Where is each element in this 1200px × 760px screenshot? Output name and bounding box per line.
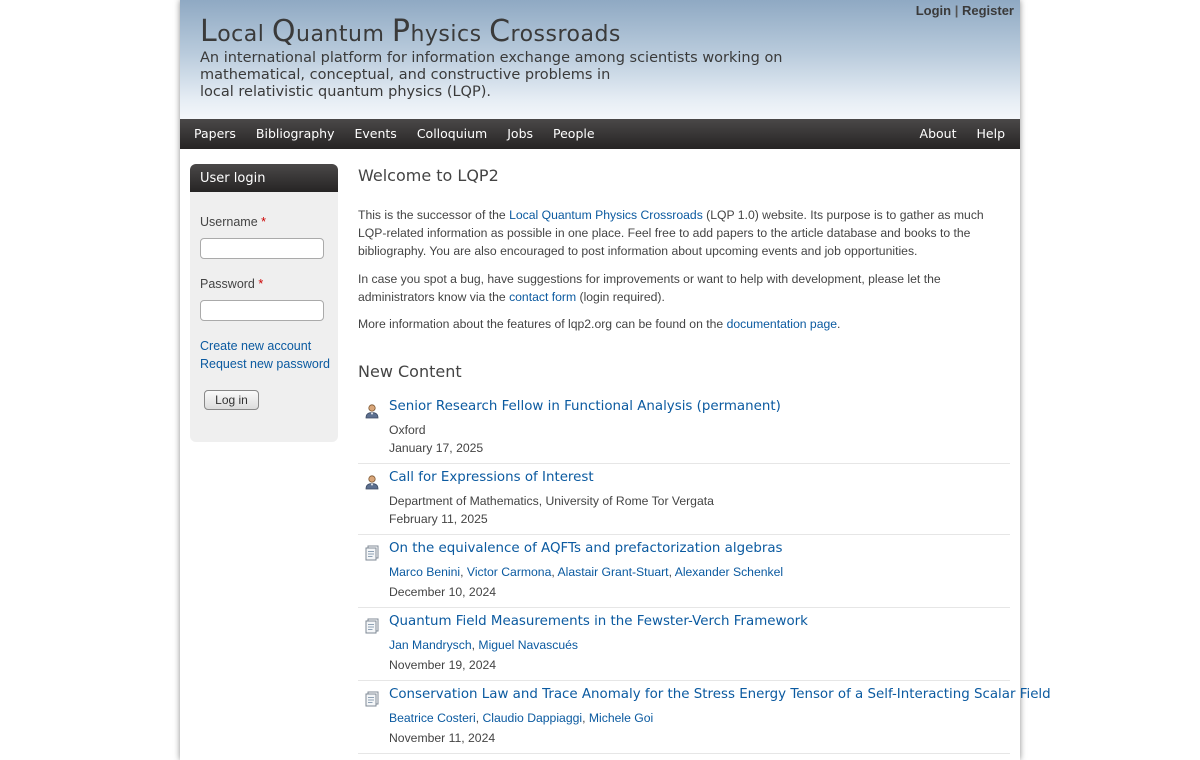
content-item: On the equivalence of AQFTs and prefacto… [358,541,1010,608]
content-item-date: February 11, 2025 [389,512,488,526]
site-title[interactable]: Local Quantum Physics Crossroads [200,14,621,49]
account-links: Login | Register [916,3,1014,18]
author-link[interactable]: Beatrice Costeri [389,711,476,725]
content-item-date: November 19, 2024 [389,658,497,672]
content-item-date: December 10, 2024 [389,585,497,599]
content-item-title[interactable]: Quantum Field Measurements in the Fewste… [389,614,808,629]
title-letter: L [200,14,218,49]
content-item-date: January 17, 2025 [389,441,484,455]
job-location: Oxford [389,423,426,437]
content-item-title[interactable]: Call for Expressions of Interest [389,470,594,485]
title-part: ocal [217,22,272,47]
nav-item-papers[interactable]: Papers [184,119,246,149]
site-slogan: An international platform for informatio… [200,50,800,101]
author-link[interactable]: Alexander Schenkel [675,565,783,579]
title-letter: P [391,14,411,49]
page-container: Local Quantum Physics Crossroads An inte… [180,0,1051,760]
content-item: Conservation Law and Trace Anomaly for t… [358,687,1051,754]
author-list: Beatrice Costeri, Claudio Dappiaggi, Mic… [389,711,654,725]
person-icon [365,475,379,490]
title-part: hysics [410,22,490,47]
lqp-crossroads-link[interactable]: Local Quantum Physics Crossroads [509,208,703,222]
job-location: Department of Mathematics, University of… [389,494,714,508]
nav-left: Papers Bibliography Events Colloquium Jo… [184,119,605,149]
nav-item-about[interactable]: About [910,119,967,149]
username-field[interactable] [200,238,324,259]
person-icon [365,404,379,419]
nav-item-people[interactable]: People [543,119,605,149]
nav-item-jobs[interactable]: Jobs [497,119,543,149]
author-link[interactable]: Marco Benini [389,565,460,579]
nav-item-colloquium[interactable]: Colloquium [407,119,497,149]
user-login-block: User login Username * Password * Create … [190,164,338,442]
content-item: Senior Research Fellow in Functional Ana… [358,399,1010,464]
nav-right: About Help [910,119,1015,149]
docs-text: . [837,317,841,331]
required-mark: * [261,215,267,229]
required-mark: * [258,277,264,291]
intro-text: This is the successor of the [358,208,510,222]
main-navigation: Papers Bibliography Events Colloquium Jo… [180,119,1020,149]
intro-paragraph: This is the successor of the Local Quant… [358,206,1010,260]
password-label-text: Password [200,277,255,291]
slogan-line: local relativistic quantum physics (LQP)… [200,84,491,100]
username-label: Username * [200,215,266,229]
author-list: Jan Mandrysch, Miguel Navascués [389,638,578,652]
document-icon [365,545,379,561]
create-account-link[interactable]: Create new account [200,339,311,353]
username-label-text: Username [200,215,258,229]
content-item-title[interactable]: On the equivalence of AQFTs and prefacto… [389,541,783,556]
account-separator: | [954,3,959,18]
bug-text: (login required). [576,290,665,304]
document-icon [365,691,379,707]
new-content-heading: New Content [358,362,462,381]
documentation-link[interactable]: documentation page [727,317,837,331]
author-link[interactable]: Jan Mandrysch [389,638,472,652]
author-list: Marco Benini, Victor Carmona, Alastair G… [389,565,784,579]
title-letter: Q [271,14,296,49]
title-part: rossroads [510,22,621,47]
site-header: Local Quantum Physics Crossroads An inte… [180,0,1020,119]
content-item: Call for Expressions of Interest Departm… [358,470,1010,535]
content-item-date: November 11, 2024 [389,731,496,745]
request-password-link[interactable]: Request new password [200,357,330,371]
title-letter: C [489,14,511,49]
bug-paragraph: In case you spot a bug, have suggestions… [358,270,1010,306]
nav-item-bibliography[interactable]: Bibliography [246,119,345,149]
nav-item-help[interactable]: Help [967,119,1016,149]
slogan-line: An international platform for informatio… [200,50,783,66]
author-link[interactable]: Claudio Dappiaggi [482,711,582,725]
document-icon [365,618,379,634]
password-field[interactable] [200,300,324,321]
title-part: uantum [296,22,392,47]
nav-item-events[interactable]: Events [345,119,407,149]
docs-paragraph: More information about the features of l… [358,315,1010,333]
login-link[interactable]: Login [916,3,951,18]
login-button[interactable]: Log in [204,390,259,410]
slogan-line: mathematical, conceptual, and constructi… [200,67,611,83]
author-link[interactable]: Miguel Navascués [478,638,578,652]
user-login-title: User login [190,164,338,192]
contact-form-link[interactable]: contact form [509,290,576,304]
content-item-title[interactable]: Senior Research Fellow in Functional Ana… [389,399,781,414]
author-link[interactable]: Victor Carmona [467,565,551,579]
docs-text: More information about the features of l… [358,317,727,331]
content-item: Quantum Field Measurements in the Fewste… [358,614,1010,681]
register-link[interactable]: Register [962,3,1014,18]
content-item-title[interactable]: Conservation Law and Trace Anomaly for t… [389,687,1051,702]
author-link[interactable]: Michele Goi [589,711,653,725]
welcome-heading: Welcome to LQP2 [358,166,499,185]
author-link[interactable]: Alastair Grant-Stuart [557,565,668,579]
password-label: Password * [200,277,263,291]
